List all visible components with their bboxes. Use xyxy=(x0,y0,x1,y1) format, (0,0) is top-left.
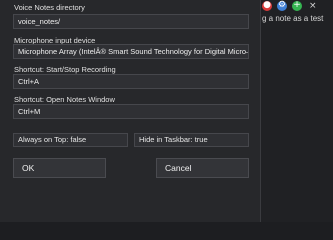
gear-glyph: ⚙ xyxy=(277,0,287,10)
shortcut-notes-label: Shortcut: Open Notes Window xyxy=(14,95,115,104)
screen: ● ⚙ + × g a note as a test Voice Notes d… xyxy=(0,0,333,222)
record-glyph: ● xyxy=(263,0,271,10)
hide-in-taskbar-toggle[interactable]: Hide in Taskbar: true xyxy=(134,133,249,147)
settings-dialog: Voice Notes directory voice_notes/ Micro… xyxy=(0,0,261,222)
notes-directory-input[interactable]: voice_notes/ xyxy=(13,14,249,29)
record-icon[interactable]: ● xyxy=(262,0,272,11)
always-on-top-toggle[interactable]: Always on Top: false xyxy=(13,133,128,147)
add-glyph: + xyxy=(293,0,301,10)
background-toolbar: ● ⚙ + × xyxy=(262,0,317,12)
gear-icon[interactable]: ⚙ xyxy=(277,0,287,11)
shortcut-record-label: Shortcut: Start/Stop Recording xyxy=(14,65,116,74)
shortcut-record-input[interactable]: Ctrl+A xyxy=(13,74,249,89)
background-note-text: g a note as a test xyxy=(262,14,324,23)
ok-button[interactable]: OK xyxy=(13,158,106,178)
add-icon[interactable]: + xyxy=(292,0,302,11)
close-icon[interactable]: × xyxy=(309,0,317,12)
cancel-button[interactable]: Cancel xyxy=(156,158,249,178)
shortcut-notes-input[interactable]: Ctrl+M xyxy=(13,104,249,119)
notes-directory-label: Voice Notes directory xyxy=(14,3,85,12)
microphone-select[interactable]: Microphone Array (IntelÂ® Smart Sound Te… xyxy=(13,44,249,59)
